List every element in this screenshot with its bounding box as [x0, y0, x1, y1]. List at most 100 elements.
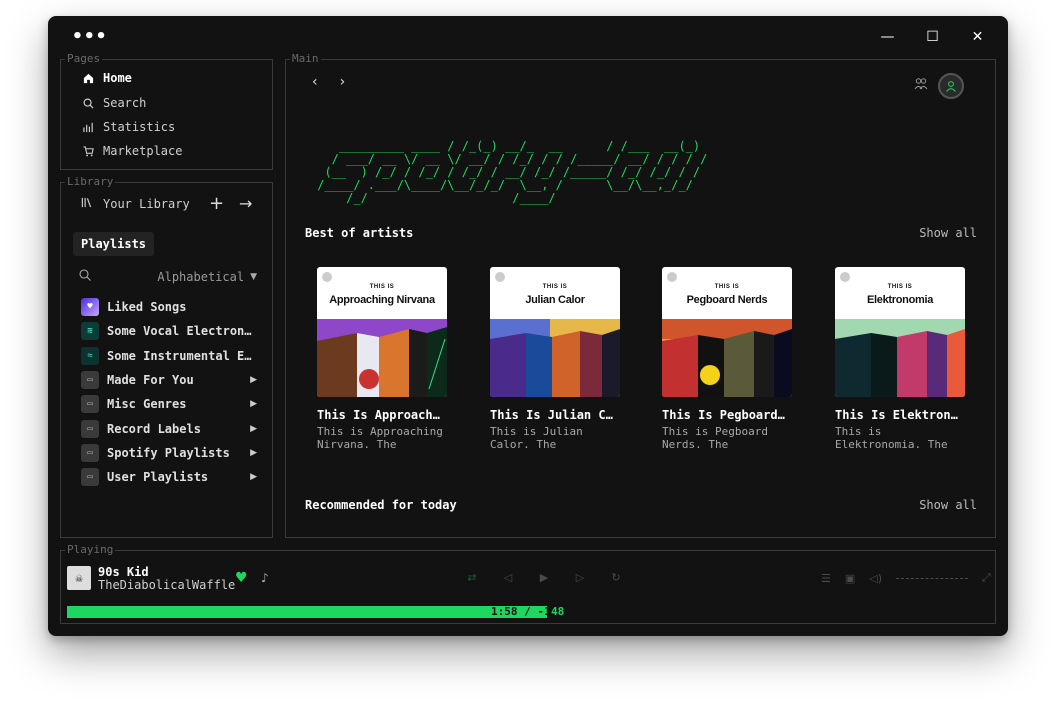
volume-slider[interactable]	[896, 577, 969, 579]
card-title: This Is Approaching Nirvana	[317, 408, 447, 422]
caret-down-icon: ▼	[250, 271, 257, 282]
cover-art-collage	[835, 319, 965, 397]
chart-icon	[81, 122, 95, 133]
nav-item-marketplace[interactable]: Marketplace	[81, 143, 182, 159]
sort-dropdown[interactable]: Alphabetical ▼	[157, 270, 257, 284]
library-item-label: Liked Songs	[107, 300, 187, 314]
repeat-icon[interactable]: ↻	[598, 571, 634, 584]
previous-icon[interactable]: ◁	[490, 571, 526, 584]
cover-label: THIS IS	[369, 284, 395, 290]
show-all-button[interactable]: Show all	[919, 226, 977, 240]
chevron-right-icon[interactable]: ▶	[250, 424, 257, 434]
devices-icon[interactable]: ▣	[845, 572, 855, 585]
cover-artist: Pegboard Nerds	[686, 294, 768, 306]
fullscreen-icon[interactable]: ⤢	[982, 571, 991, 585]
app-window: ••• — ☐ ✕ Pages Home Search Statistics M…	[48, 16, 1008, 636]
library-panel: Library Your Library + → Playlists Alpha…	[60, 175, 273, 538]
playlist-cover: THIS IS Approaching Nirvana	[317, 267, 447, 397]
forward-arrow-icon[interactable]: ›	[340, 74, 346, 90]
card-title: This Is Elektronomia	[835, 408, 965, 422]
library-item-folder[interactable]: ▭ Spotify Playlists ▶	[81, 444, 257, 462]
playlist-card[interactable]: THIS IS Approaching Nirvana This Is Appr…	[317, 267, 449, 451]
track-artist[interactable]: TheDiabolicalWaffle	[98, 578, 235, 592]
close-icon[interactable]: ✕	[955, 22, 1000, 52]
volume-icon[interactable]: ◁)	[869, 572, 882, 585]
heart-icon: ♥	[81, 298, 99, 316]
chevron-right-icon[interactable]: ▶	[250, 472, 257, 482]
playlist-card[interactable]: THIS IS Elektronomia This Is Elektronomi…	[835, 267, 967, 451]
nav-item-search[interactable]: Search	[81, 95, 146, 111]
section-title-best-of-artists: Best of artists	[305, 226, 414, 240]
library-item-liked-songs[interactable]: ♥ Liked Songs	[81, 298, 257, 316]
next-icon[interactable]: ▷	[562, 571, 598, 584]
back-arrow-icon[interactable]: ‹	[312, 74, 318, 90]
cover-art-collage	[662, 319, 792, 397]
minimize-icon[interactable]: —	[865, 22, 910, 52]
your-library-header[interactable]: Your Library + →	[81, 193, 261, 214]
card-description: This is Approaching Nirvana. The essenti…	[317, 425, 443, 451]
cover-label: THIS IS	[714, 284, 740, 290]
library-item-label: Record Labels	[107, 422, 201, 436]
card-description: This is Julian Calor. The essential trac…	[490, 425, 583, 451]
album-art[interactable]: ☠	[67, 566, 91, 590]
pages-panel: Pages Home Search Statistics Marketplace	[60, 52, 273, 170]
show-all-button[interactable]: Show all	[919, 498, 977, 512]
library-item-label: Misc Genres	[107, 397, 187, 411]
arrow-right-icon[interactable]: →	[239, 194, 252, 213]
library-item-folder[interactable]: ▭ Misc Genres ▶	[81, 395, 257, 413]
track-title[interactable]: 90s Kid	[98, 565, 149, 579]
main-legend: Main	[290, 52, 321, 66]
playback-time: 1:58 / -1:	[491, 605, 558, 618]
library-item-playlist[interactable]: ≈ Some Instrumental Electronic	[81, 347, 257, 365]
spotify-badge-icon	[667, 272, 677, 282]
play-icon[interactable]: ▶	[526, 571, 562, 584]
home-icon	[81, 73, 95, 84]
library-item-label: Some Instrumental Electronic	[107, 349, 257, 363]
nav-item-statistics[interactable]: Statistics	[81, 119, 175, 135]
user-avatar[interactable]	[938, 73, 964, 99]
nav-item-home[interactable]: Home	[81, 70, 132, 86]
chevron-right-icon[interactable]: ▶	[250, 399, 257, 409]
cover-art-collage	[317, 319, 447, 397]
playlist-cover: THIS IS Julian Calor	[490, 267, 620, 397]
spotify-badge-icon	[322, 272, 332, 282]
heart-icon[interactable]: ♥	[235, 570, 248, 586]
playlists-filter-chip[interactable]: Playlists	[73, 232, 155, 256]
chevron-right-icon[interactable]: ▶	[250, 375, 257, 385]
menu-dots-icon[interactable]: •••	[72, 28, 108, 46]
playlist-card[interactable]: THIS IS Pegboard Nerds This Is Pegboard …	[662, 267, 794, 451]
now-playing-panel: Playing ☠ 90s Kid TheDiabolicalWaffle ♥ …	[60, 543, 996, 624]
library-item-folder[interactable]: ▭ Record Labels ▶	[81, 420, 257, 438]
maximize-icon[interactable]: ☐	[910, 22, 955, 52]
nav-label-statistics: Statistics	[103, 120, 176, 134]
playing-legend: Playing	[65, 543, 116, 557]
pages-legend: Pages	[65, 52, 103, 66]
queue-icon[interactable]: ☰	[821, 572, 831, 585]
cover-artist: Elektronomia	[866, 294, 934, 306]
main-panel: Main ‹ › _________ ____ / /_(_) __/_ __ /…	[285, 52, 996, 538]
spotify-badge-icon	[495, 272, 505, 282]
music-note-icon[interactable]: ♪	[261, 571, 269, 585]
nav-label-marketplace: Marketplace	[103, 144, 183, 158]
cover-art-collage	[490, 319, 620, 397]
library-item-folder[interactable]: ▭ Made For You ▶	[81, 371, 257, 389]
cover-label: THIS IS	[887, 284, 913, 290]
library-item-label: Spotify Playlists	[107, 446, 230, 460]
playlist-cover: THIS IS Elektronomia	[835, 267, 965, 397]
search-icon[interactable]	[79, 269, 91, 284]
folder-icon: ▭	[81, 468, 99, 486]
playlist-card[interactable]: THIS IS Julian Calor This Is Julian Calo…	[490, 267, 622, 451]
card-title: This Is Pegboard Nerds	[662, 408, 792, 422]
friends-icon[interactable]	[914, 77, 928, 94]
library-sort-row: Alphabetical ▼	[79, 269, 257, 284]
card-title: This Is Julian Calor	[490, 408, 620, 422]
library-item-playlist[interactable]: ≋ Some Vocal Electronic	[81, 322, 257, 340]
chevron-right-icon[interactable]: ▶	[250, 448, 257, 458]
playback-controls: ⇄ ◁ ▶ ▷ ↻	[454, 571, 634, 584]
cover-artist: Julian Calor	[525, 294, 585, 306]
plus-icon[interactable]: +	[209, 193, 224, 214]
progress-bar[interactable]	[67, 606, 547, 618]
shuffle-icon[interactable]: ⇄	[454, 571, 490, 584]
library-item-folder[interactable]: ▭ User Playlists ▶	[81, 468, 257, 486]
search-icon	[81, 98, 95, 109]
